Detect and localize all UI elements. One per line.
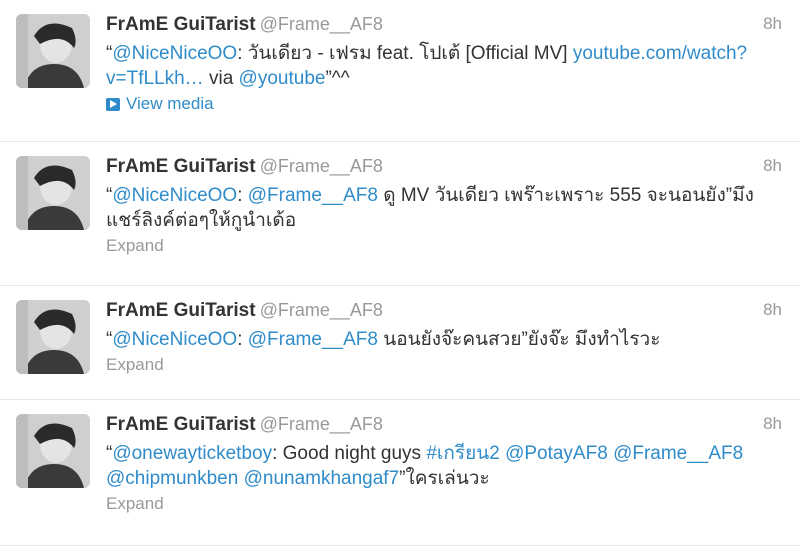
tweet-text: “@NiceNiceOO: วันเดียว - เฟรม feat. โปเต… bbox=[106, 41, 780, 91]
tweet-fullname[interactable]: FrAmE GuiTarist bbox=[106, 414, 256, 435]
tweet-username[interactable]: @Frame__AF8 bbox=[260, 300, 383, 320]
avatar[interactable] bbox=[16, 156, 90, 230]
mention-link[interactable]: @Frame__AF8 bbox=[248, 329, 378, 350]
tweet-fullname[interactable]: FrAmE GuiTarist bbox=[106, 156, 256, 177]
tweet-text-segment: : bbox=[237, 185, 248, 206]
tweet-text: “@onewayticketboy: Good night guys #เกรี… bbox=[106, 441, 780, 491]
mention-link[interactable]: @youtube bbox=[239, 68, 326, 89]
tweet-item[interactable]: FrAmE GuiTarist @Frame__AF8 8h “@NiceNice… bbox=[0, 142, 800, 286]
view-media-link[interactable]: View media bbox=[106, 93, 780, 115]
tweet-text-segment: : วันเดียว - เฟรม feat. โปเต้ [Official … bbox=[237, 43, 573, 64]
tweet-timestamp[interactable]: 8h bbox=[763, 300, 782, 320]
tweet-fullname[interactable]: FrAmE GuiTarist bbox=[106, 300, 256, 321]
tweet-username[interactable]: @Frame__AF8 bbox=[260, 14, 383, 34]
mention-link[interactable]: @Frame__AF8 bbox=[248, 185, 378, 206]
mention-link[interactable]: @chipmunkben bbox=[106, 468, 238, 489]
tweet-fullname[interactable]: FrAmE GuiTarist bbox=[106, 14, 256, 35]
tweet-username[interactable]: @Frame__AF8 bbox=[260, 414, 383, 434]
tweet-timestamp[interactable]: 8h bbox=[763, 414, 782, 434]
mention-link[interactable]: @nunamkhangaf7 bbox=[244, 468, 400, 489]
avatar[interactable] bbox=[16, 414, 90, 488]
tweet-text-segment: นอนยังจ๊ะคนสวย”ยังจ๊ะ มึงทำไรวะ bbox=[377, 329, 661, 350]
tweet-text-segment: via bbox=[203, 68, 239, 89]
tweet-text: “@NiceNiceOO: @Frame__AF8 นอนยังจ๊ะคนสวย… bbox=[106, 327, 780, 352]
tweet-text-segment: ”ใครเล่นวะ bbox=[399, 468, 490, 489]
tweet-header: FrAmE GuiTarist @Frame__AF8 bbox=[106, 411, 780, 437]
mention-link[interactable]: @Frame__AF8 bbox=[613, 443, 743, 464]
expand-link[interactable]: Expand bbox=[106, 235, 780, 257]
expand-link[interactable]: Expand bbox=[106, 493, 780, 515]
tweet-text-segment: : bbox=[237, 329, 248, 350]
tweet-header: FrAmE GuiTarist @Frame__AF8 bbox=[106, 297, 780, 323]
tweet-timeline: FrAmE GuiTarist @Frame__AF8 8h “@NiceNice… bbox=[0, 0, 800, 546]
tweet-item[interactable]: FrAmE GuiTarist @Frame__AF8 8h “@onewayti… bbox=[0, 400, 800, 546]
hashtag-link[interactable]: #เกรียน2 bbox=[426, 443, 499, 464]
expand-link[interactable]: Expand bbox=[106, 354, 780, 376]
tweet-timestamp[interactable]: 8h bbox=[763, 14, 782, 34]
tweet-text-segment: ”^^ bbox=[325, 68, 350, 89]
mention-link[interactable]: @PotayAF8 bbox=[505, 443, 608, 464]
tweet-header: FrAmE GuiTarist @Frame__AF8 bbox=[106, 153, 780, 179]
mention-link[interactable]: @NiceNiceOO bbox=[112, 329, 237, 350]
tweet-item[interactable]: FrAmE GuiTarist @Frame__AF8 8h “@NiceNice… bbox=[0, 286, 800, 400]
tweet-text-segment: : Good night guys bbox=[272, 443, 427, 464]
avatar[interactable] bbox=[16, 300, 90, 374]
tweet-text: “@NiceNiceOO: @Frame__AF8 ดู MV วันเดียว… bbox=[106, 183, 780, 233]
tweet-header: FrAmE GuiTarist @Frame__AF8 bbox=[106, 11, 780, 37]
mention-link[interactable]: @NiceNiceOO bbox=[112, 185, 237, 206]
play-icon bbox=[106, 97, 120, 111]
tweet-username[interactable]: @Frame__AF8 bbox=[260, 156, 383, 176]
tweet-item[interactable]: FrAmE GuiTarist @Frame__AF8 8h “@NiceNice… bbox=[0, 0, 800, 142]
tweet-timestamp[interactable]: 8h bbox=[763, 156, 782, 176]
mention-link[interactable]: @NiceNiceOO bbox=[112, 43, 237, 64]
view-media-label: View media bbox=[126, 94, 214, 113]
avatar[interactable] bbox=[16, 14, 90, 88]
mention-link[interactable]: @onewayticketboy bbox=[112, 443, 272, 464]
